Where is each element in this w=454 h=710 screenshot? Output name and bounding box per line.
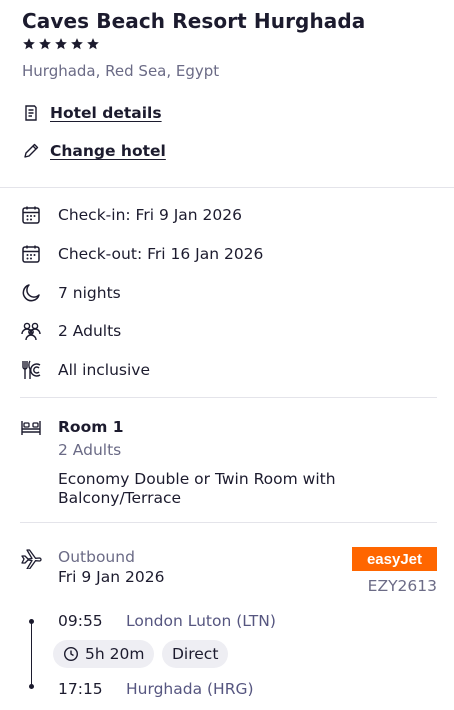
timeline-line — [31, 621, 32, 687]
people-icon — [20, 320, 42, 342]
checkin-text: Check-in: Fri 9 Jan 2026 — [58, 206, 243, 224]
hotel-name: Caves Beach Resort Hurghada — [22, 9, 366, 33]
divider — [0, 187, 454, 188]
guests-text: 2 Adults — [58, 322, 122, 340]
board-row: All inclusive — [20, 359, 150, 381]
flight-number: EZY2613 — [367, 577, 437, 595]
pencil-icon — [22, 142, 40, 160]
hotel-location: Hurghada, Red Sea, Egypt — [22, 62, 220, 80]
duration-chip: 5h 20m — [53, 640, 155, 668]
star-icon — [71, 38, 83, 50]
star-icon — [87, 38, 99, 50]
star-icon — [23, 38, 35, 50]
room-guests: 2 Adults — [58, 441, 122, 459]
hotel-details-link[interactable]: Hotel details — [22, 104, 162, 122]
checkout-text: Check-out: Fri 16 Jan 2026 — [58, 245, 264, 263]
guests-row: 2 Adults — [20, 320, 121, 342]
calendar-icon — [20, 243, 42, 265]
departure-time: 09:55 — [58, 612, 103, 630]
duration-text: 5h 20m — [85, 645, 145, 663]
moon-icon — [20, 282, 42, 304]
change-hotel-link[interactable]: Change hotel — [22, 142, 166, 160]
divider — [20, 522, 437, 523]
cutlery-plate-icon — [20, 359, 42, 381]
star-rating — [22, 37, 100, 51]
hotel-details-label[interactable]: Hotel details — [50, 104, 162, 122]
room-type: Economy Double or Twin Room with Balcony… — [58, 470, 336, 507]
change-hotel-label[interactable]: Change hotel — [50, 142, 166, 160]
outbound-date: Fri 9 Jan 2026 — [58, 568, 165, 586]
clock-icon — [63, 646, 79, 662]
outbound-label: Outbound — [58, 548, 135, 566]
room-icon-wrap — [20, 416, 58, 438]
flight-icon-wrap — [20, 547, 58, 569]
arrival-airport: Hurghada (HRG) — [126, 680, 254, 698]
timeline-dot — [29, 684, 34, 689]
stops-chip: Direct — [162, 640, 229, 668]
star-icon — [39, 38, 51, 50]
departure-airport: London Luton (LTN) — [126, 612, 276, 630]
room-title: Room 1 — [58, 418, 124, 436]
nights-text: 7 nights — [58, 284, 121, 302]
checkin-row: Check-in: Fri 9 Jan 2026 — [20, 204, 242, 226]
divider — [20, 397, 437, 398]
bed-icon — [20, 416, 42, 438]
nights-row: 7 nights — [20, 282, 121, 304]
arrival-time: 17:15 — [58, 680, 103, 698]
checkout-row: Check-out: Fri 16 Jan 2026 — [20, 243, 263, 265]
stops-text: Direct — [172, 645, 219, 663]
plane-icon — [20, 547, 42, 569]
star-icon — [55, 38, 67, 50]
airline-logo: easyJet — [352, 547, 437, 571]
calendar-icon — [20, 204, 42, 226]
timeline-dot — [29, 619, 34, 624]
document-icon — [22, 104, 40, 122]
board-text: All inclusive — [58, 361, 151, 379]
